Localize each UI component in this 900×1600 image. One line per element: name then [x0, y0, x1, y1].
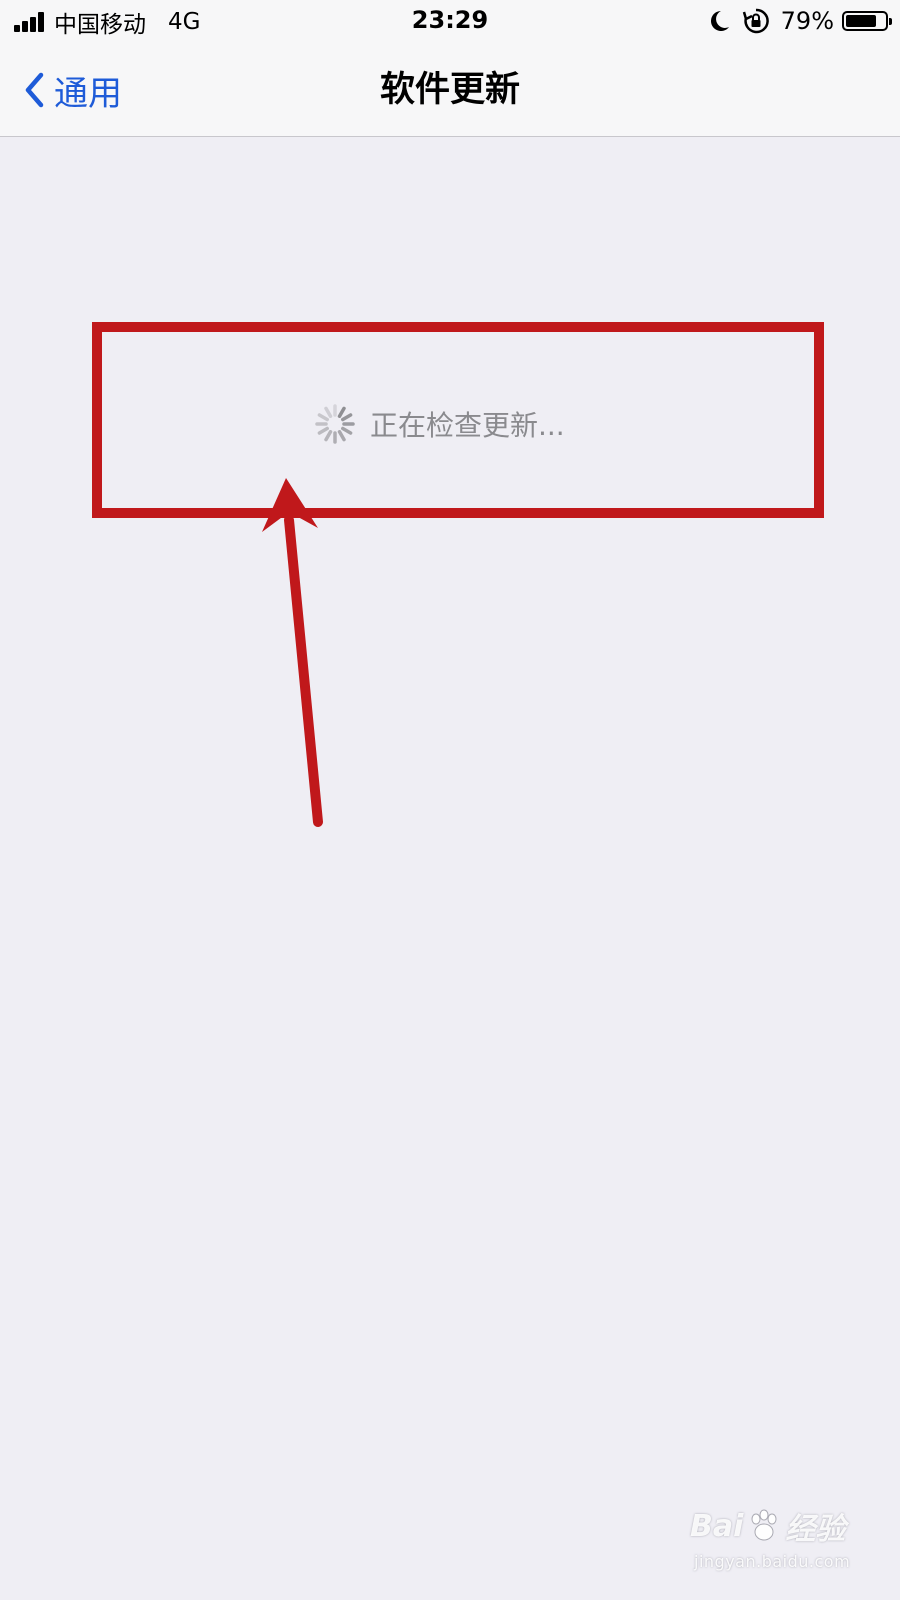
watermark-logo-left: Bai — [690, 1508, 744, 1544]
watermark-logo: Bai 经验 — [690, 1504, 890, 1548]
watermark-url: jingyan.baidu.com — [694, 1552, 851, 1571]
baidu-jingyan-watermark: Bai 经验 jingyan.baidu.com — [690, 1504, 890, 1572]
paw-icon — [751, 1509, 777, 1541]
annotation-arrow — [262, 478, 323, 827]
watermark-logo-right: 经验 — [785, 1512, 846, 1547]
